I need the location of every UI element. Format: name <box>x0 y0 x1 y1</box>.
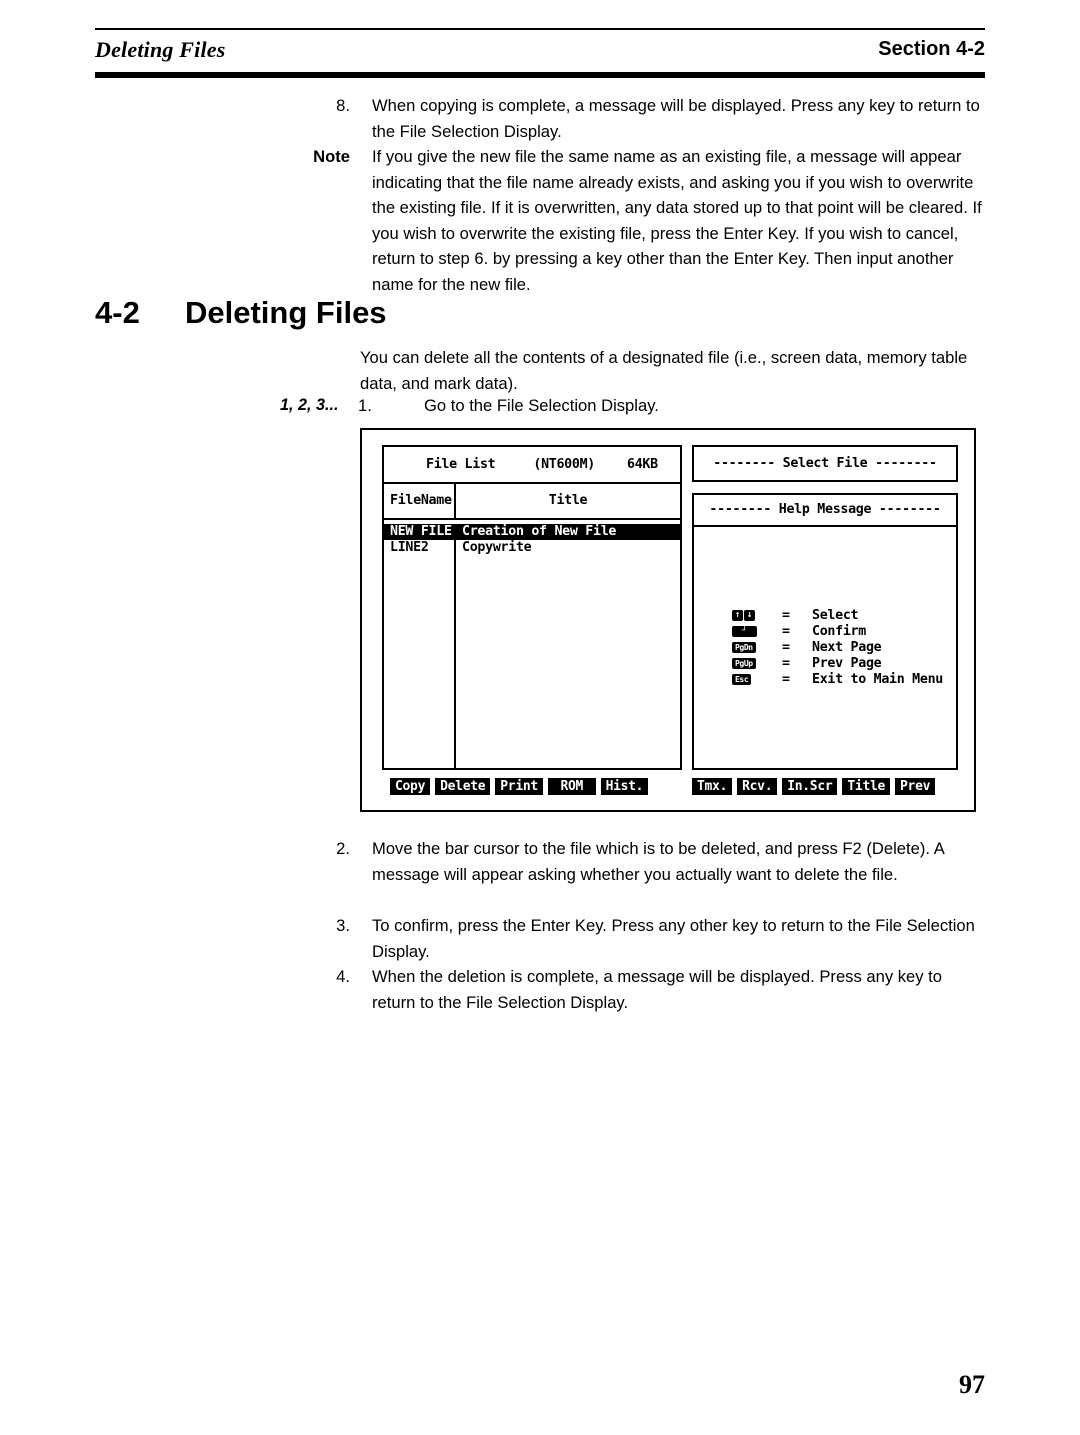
help-message-pane: -------- Help Message -------- ↑ ↓ = Sel… <box>692 493 958 770</box>
section-heading-title: Deleting Files <box>185 295 387 330</box>
note-block: Note If you give the new file the same n… <box>288 144 988 298</box>
step-4-text: When the deletion is complete, a message… <box>372 967 943 1012</box>
help-message-banner: -------- Help Message -------- <box>709 502 941 517</box>
section-word: Section <box>878 38 951 60</box>
key-glyph-group: PgDn <box>732 642 778 654</box>
step-8-text: When copying is complete, a message will… <box>372 96 980 141</box>
select-file-banner: -------- Select File -------- <box>713 455 937 471</box>
file-list-memory-size: 64KB <box>627 456 658 472</box>
column-header-filename: FileName <box>390 493 452 508</box>
key-description: Confirm <box>812 623 866 639</box>
row-filename: NEW FILE <box>390 524 452 539</box>
row-title: Creation of New File <box>462 524 617 539</box>
function-key-tmx[interactable]: Tmx. <box>692 778 733 795</box>
running-head-title: Deleting Files <box>95 37 226 62</box>
key-equals-sign: = <box>782 607 790 623</box>
step-3-label: 3. <box>336 916 350 935</box>
step-item-2: 2. Move the bar cursor to the file which… <box>288 836 988 887</box>
arrow-down-icon: ↓ <box>744 610 755 622</box>
function-key-hist[interactable]: Hist. <box>600 778 649 795</box>
file-list-rows: NEW FILE Creation of New File LINE2 Copy… <box>384 524 680 770</box>
section-heading: 4-2 Deleting Files <box>95 295 985 331</box>
help-key-row-prev-page: PgUp = Prev Page <box>732 656 943 672</box>
file-list-column-headers: FileName Title <box>384 484 680 520</box>
help-key-legend: ↑ ↓ = Select ┘ = Confirm PgDn = Next Pag… <box>732 608 943 688</box>
file-list-pane: File List (NT600M) 64KB FileName Title N… <box>382 445 682 770</box>
function-key-rcv[interactable]: Rcv. <box>737 778 778 795</box>
step-1-label: 1. <box>358 396 372 415</box>
page-down-key-icon: PgDn <box>732 642 756 654</box>
file-list-column-rule <box>454 524 456 770</box>
function-key-bar-right: Tmx. Rcv. In.Scr Title Prev <box>692 778 936 795</box>
key-description: Next Page <box>812 639 882 655</box>
file-selection-display-figure: File List (NT600M) 64KB FileName Title N… <box>360 428 976 812</box>
help-key-row-select: ↑ ↓ = Select <box>732 608 943 624</box>
note-text: If you give the new file the same name a… <box>372 147 982 294</box>
key-glyph-group: ↑ ↓ <box>732 610 778 622</box>
step-2-text: Move the bar cursor to the file which is… <box>372 839 944 884</box>
key-equals-sign: = <box>782 639 790 655</box>
numbered-list-marker: 1, 2, 3... <box>280 396 339 414</box>
key-equals-sign: = <box>782 655 790 671</box>
key-glyph-group: Esc <box>732 674 778 686</box>
page-header: Deleting Files Section 4-2 <box>95 28 985 80</box>
key-description: Prev Page <box>812 655 882 671</box>
function-key-bar-left: Copy Delete Print ROM Hist. <box>390 778 649 795</box>
function-key-inscr[interactable]: In.Scr <box>782 778 838 795</box>
key-equals-sign: = <box>782 623 790 639</box>
key-glyph-group: PgUp <box>732 658 778 670</box>
file-list-title-row: File List (NT600M) 64KB <box>384 447 680 484</box>
help-key-row-next-page: PgDn = Next Page <box>732 640 943 656</box>
help-key-row-exit: Esc = Exit to Main Menu <box>732 672 943 688</box>
page-number: 97 <box>959 1370 985 1399</box>
column-header-title: Title <box>548 493 588 508</box>
page-up-key-icon: PgUp <box>732 658 756 670</box>
help-message-title-row: -------- Help Message -------- <box>694 495 956 527</box>
step-item-1: 1, 2, 3... 1. Go to the File Selection D… <box>280 393 988 419</box>
enter-key-icon: ┘ <box>732 626 757 638</box>
function-key-prev[interactable]: Prev <box>895 778 936 795</box>
step-item-8: 8. When copying is complete, a message w… <box>288 93 988 144</box>
function-key-copy[interactable]: Copy <box>390 778 431 795</box>
step-3-text: To confirm, press the Enter Key. Press a… <box>372 916 975 961</box>
function-key-title[interactable]: Title <box>842 778 891 795</box>
key-equals-sign: = <box>782 671 790 687</box>
header-rule-top <box>95 28 985 30</box>
file-list-title: File List <box>426 456 496 472</box>
running-head-section: Section 4-2 <box>878 38 985 61</box>
table-row[interactable]: LINE2 Copywrite <box>384 540 680 556</box>
step-4-label: 4. <box>336 967 350 986</box>
function-key-delete[interactable]: Delete <box>435 778 491 795</box>
file-list-model: (NT600M) <box>533 456 596 472</box>
step-8-label: 8. <box>336 96 350 115</box>
key-description: Exit to Main Menu <box>812 671 943 687</box>
select-file-pane: -------- Select File -------- <box>692 445 958 482</box>
section-heading-number: 4-2 <box>95 295 140 330</box>
help-key-row-confirm: ┘ = Confirm <box>732 624 943 640</box>
step-item-4: 4. When the deletion is complete, a mess… <box>288 964 988 1015</box>
section-intro-paragraph: You can delete all the contents of a des… <box>360 348 968 393</box>
row-title: Copywrite <box>462 540 532 555</box>
function-key-print[interactable]: Print <box>495 778 543 795</box>
section-number: 4-2 <box>956 38 985 60</box>
arrow-up-icon: ↑ <box>732 610 743 622</box>
terminal-screen: File List (NT600M) 64KB FileName Title N… <box>362 430 974 810</box>
function-key-rom[interactable]: ROM <box>547 778 596 795</box>
escape-key-icon: Esc <box>732 674 752 686</box>
step-item-3: 3. To confirm, press the Enter Key. Pres… <box>288 913 988 964</box>
header-rule-bottom <box>95 72 985 78</box>
key-glyph-group: ┘ <box>732 626 778 638</box>
key-description: Select <box>812 607 859 623</box>
row-filename: LINE2 <box>390 540 429 555</box>
table-row[interactable]: NEW FILE Creation of New File <box>384 524 680 540</box>
step-1-text: Go to the File Selection Display. <box>424 396 659 415</box>
step-2-label: 2. <box>336 839 350 858</box>
note-label: Note <box>313 147 350 166</box>
